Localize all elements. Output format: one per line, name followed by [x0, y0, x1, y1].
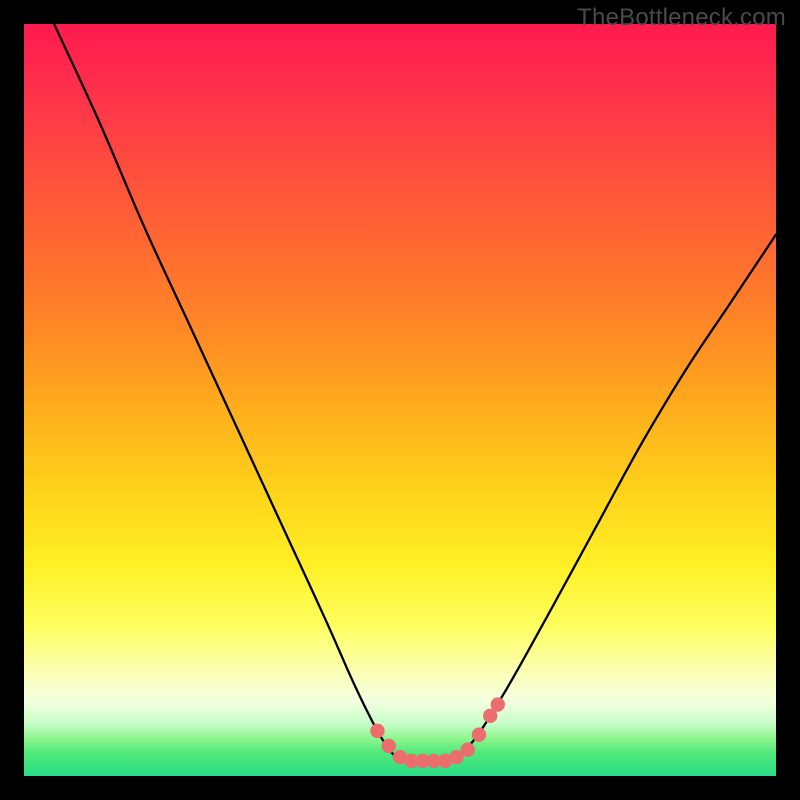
curve-markers — [370, 697, 505, 768]
chart-frame: TheBottleneck.com — [0, 0, 800, 800]
chart-overlay — [24, 24, 776, 776]
curve-marker — [370, 724, 384, 738]
bottleneck-curve — [54, 24, 776, 762]
watermark-text: TheBottleneck.com — [577, 4, 786, 32]
curve-marker — [491, 697, 505, 711]
curve-marker — [460, 742, 474, 756]
curve-marker — [472, 727, 486, 741]
curve-marker — [382, 739, 396, 753]
